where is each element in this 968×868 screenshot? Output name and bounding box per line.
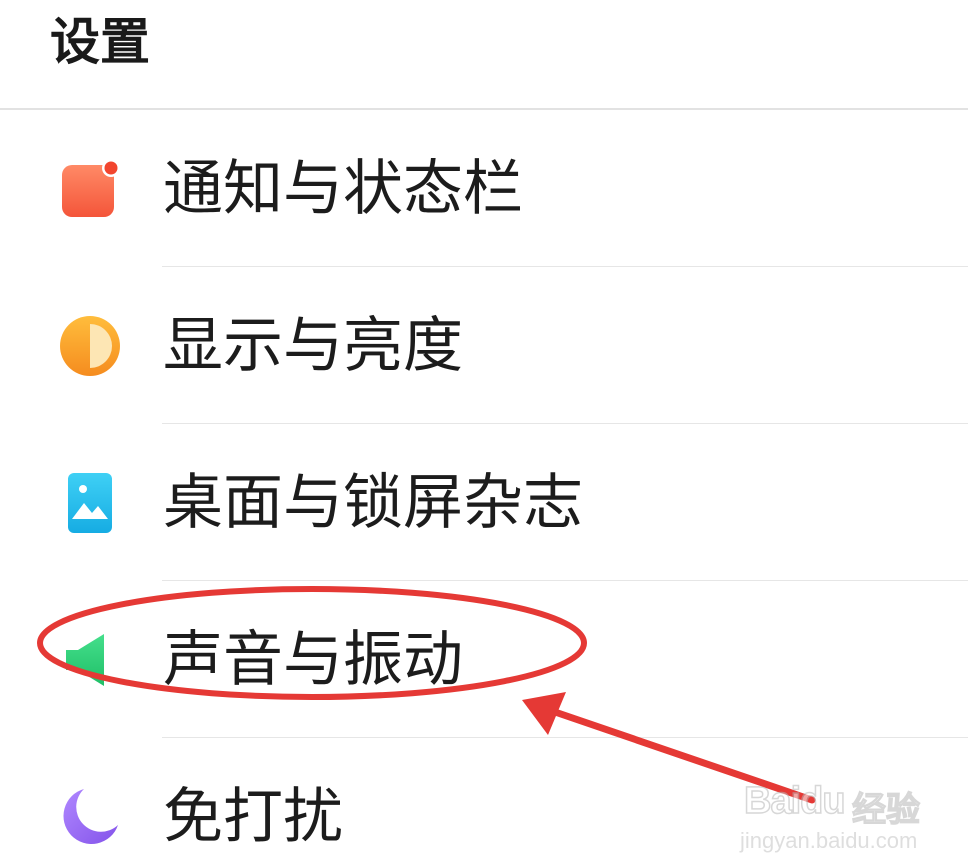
page-title: 设置 bbox=[50, 13, 150, 71]
settings-item-notification-status-bar[interactable]: 通知与状态栏 bbox=[0, 110, 968, 267]
watermark-url: jingyan.baidu.com bbox=[740, 828, 918, 853]
settings-list: 通知与状态栏 显示与亮度 桌面与锁屏杂志 声音与振动 免打扰 bbox=[0, 110, 968, 868]
brightness-icon bbox=[58, 314, 122, 378]
wallpaper-icon bbox=[58, 471, 122, 535]
item-label: 免打扰 bbox=[163, 781, 343, 852]
item-label: 桌面与锁屏杂志 bbox=[163, 467, 583, 538]
watermark: Baidu 经验 jingyan.baidu.com bbox=[730, 762, 960, 862]
sound-icon bbox=[58, 628, 122, 692]
settings-item-display-brightness[interactable]: 显示与亮度 bbox=[0, 267, 968, 424]
watermark-brand: 经验 bbox=[851, 789, 920, 830]
notification-icon bbox=[58, 157, 122, 221]
item-label: 声音与振动 bbox=[163, 624, 463, 695]
settings-item-desktop-lockscreen[interactable]: 桌面与锁屏杂志 bbox=[0, 424, 968, 581]
item-label: 显示与亮度 bbox=[163, 310, 463, 381]
watermark-logo: Baidu bbox=[743, 779, 846, 823]
settings-screen: 设置 通知与状态栏 显示与亮度 桌面与锁屏杂志 声音与振动 免打扰 Baidu … bbox=[0, 0, 968, 868]
moon-icon bbox=[58, 785, 122, 849]
settings-item-sound-vibration[interactable]: 声音与振动 bbox=[0, 581, 968, 738]
item-label: 通知与状态栏 bbox=[163, 153, 523, 224]
